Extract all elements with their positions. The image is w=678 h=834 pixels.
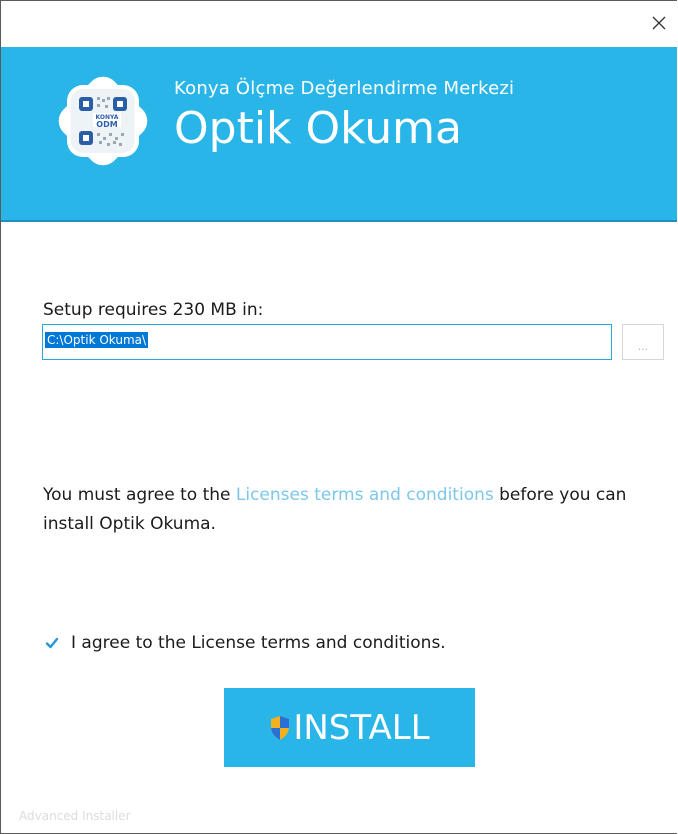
installer-window: KONYA ODM Konya Ölçme Değerlendirme Merk… [0,0,677,834]
install-path-value: C:\Optik Okuma\ [45,332,149,348]
title-bar [1,1,677,47]
close-button[interactable] [641,7,677,39]
install-path-input[interactable]: C:\Optik Okuma\ [42,324,612,360]
installer-brand: Advanced Installer [19,809,131,823]
checkmark-icon [45,637,59,649]
license-agree-label: I agree to the License terms and conditi… [71,633,446,653]
banner-subtitle: Konya Ölçme Değerlendirme Merkezi [174,78,515,99]
license-terms-link[interactable]: Licenses terms and conditions [236,485,494,505]
close-icon [652,16,666,30]
license-agree-checkbox[interactable] [43,634,61,652]
header-banner: KONYA ODM Konya Ölçme Değerlendirme Merk… [1,47,677,222]
install-button[interactable]: INSTALL [224,688,475,767]
install-button-label: INSTALL [293,707,430,748]
license-notice-prefix: You must agree to the [43,485,236,505]
konya-odm-logo: KONYA ODM [58,76,148,166]
browse-button[interactable]: ... [622,324,664,360]
logo-text-bottom: ODM [96,120,117,129]
license-agree-row: I agree to the License terms and conditi… [43,633,446,653]
uac-shield-icon [269,715,291,741]
license-notice: You must agree to the Licenses terms and… [43,481,663,539]
install-location-label: Setup requires 230 MB in: [43,300,264,320]
banner-title: Optik Okuma [174,103,462,154]
